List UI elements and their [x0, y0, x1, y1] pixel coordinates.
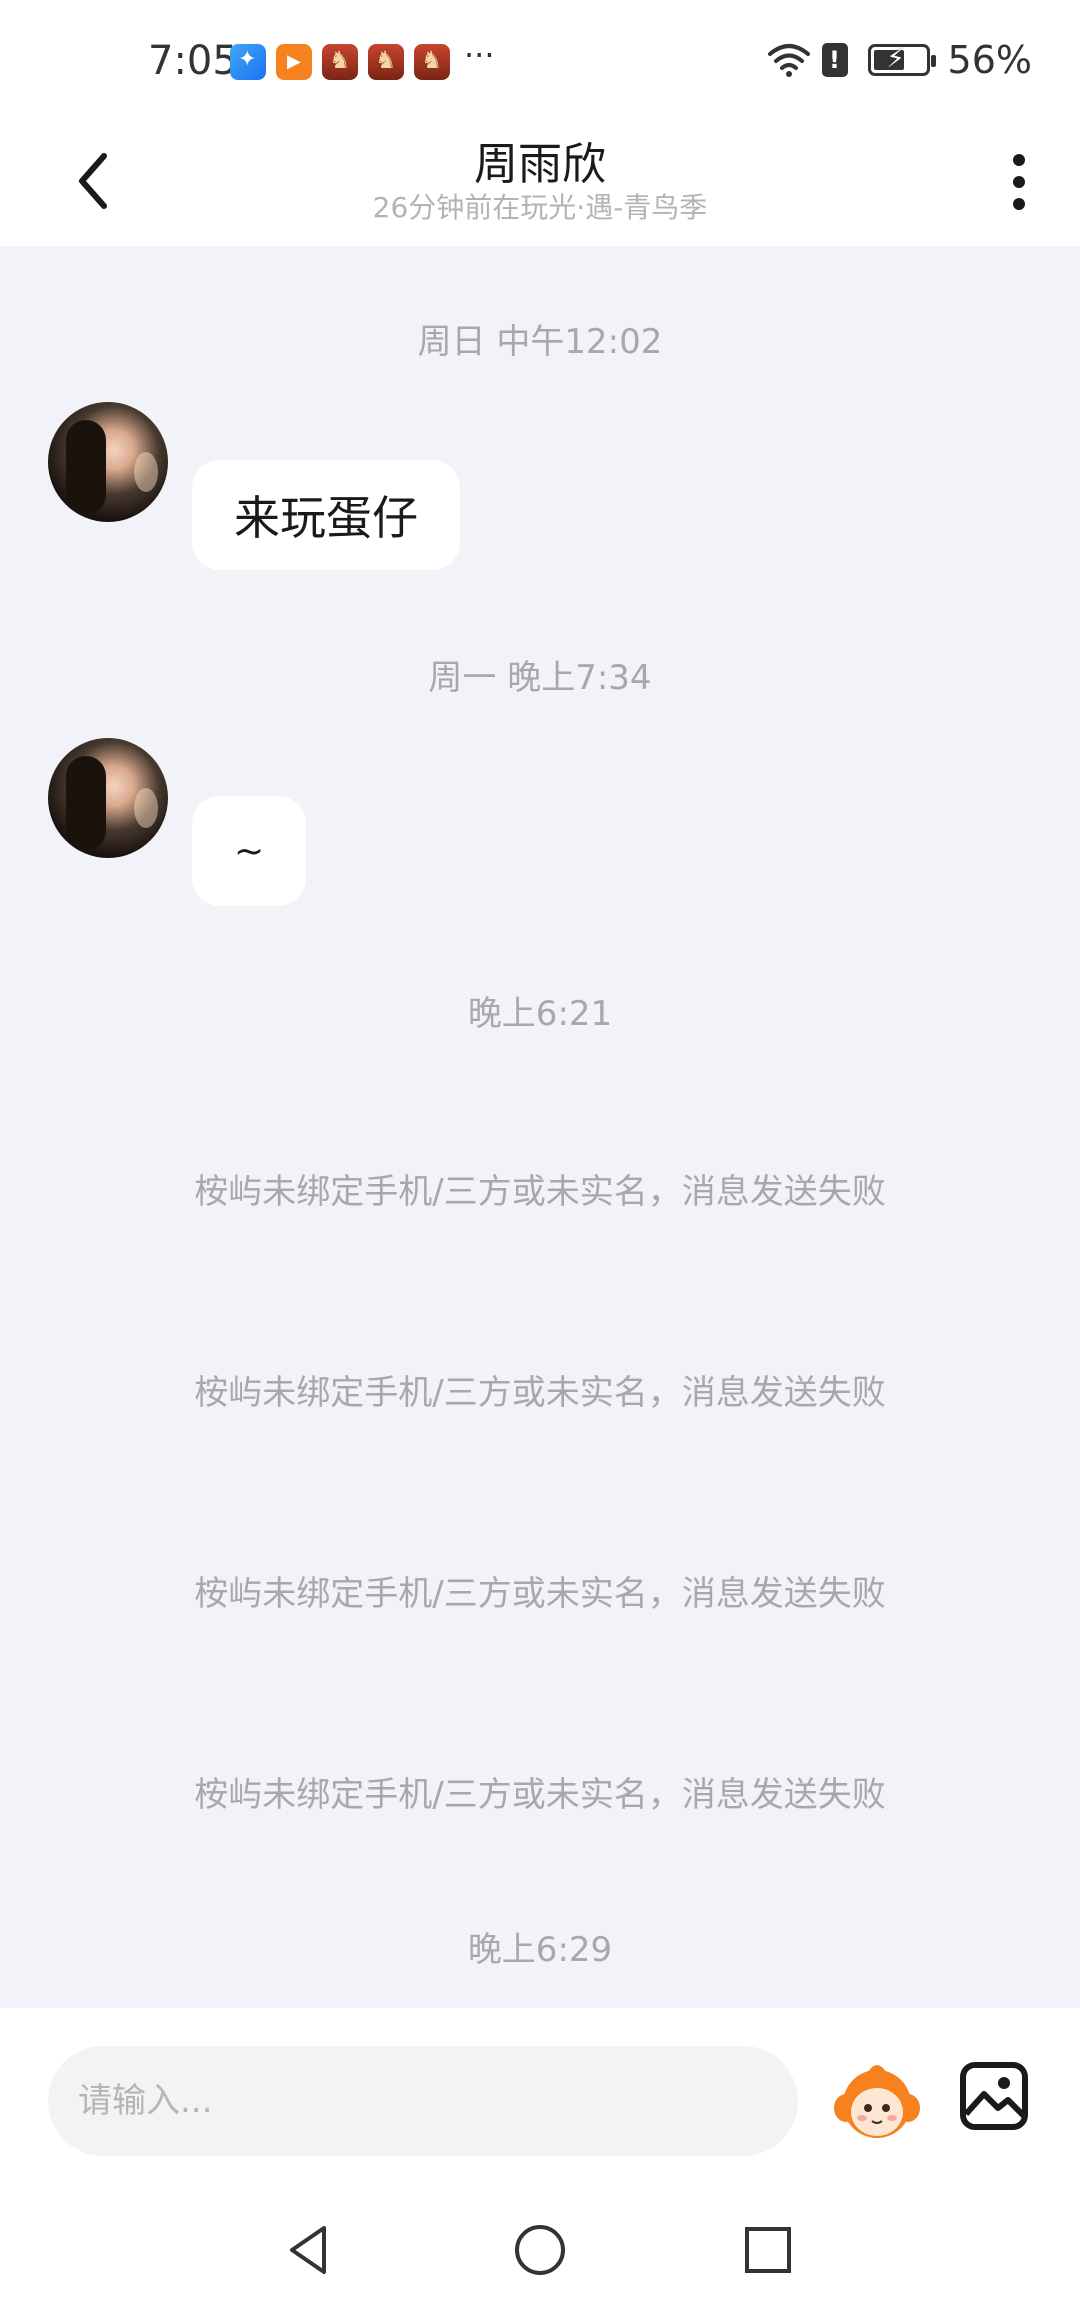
emoji-button[interactable] [832, 2058, 922, 2144]
send-failed-notice: 桉屿未绑定手机/三方或未实名，消息发送失败 [194, 1373, 886, 1413]
game-notification-icon [368, 44, 404, 80]
charging-icon: ⚡ [886, 44, 905, 74]
more-options-button[interactable] [994, 142, 1044, 222]
nav-home-button[interactable] [510, 2220, 570, 2280]
video-app-notification-icon [276, 44, 312, 80]
message-text: 来玩蛋仔 [234, 491, 418, 545]
send-image-button[interactable] [958, 2060, 1030, 2132]
battery-percent: 56% [947, 38, 1032, 82]
message-timestamp: 周一 晚上7:34 [428, 658, 652, 698]
chat-message-list[interactable]: 周日 中午12:02 来玩蛋仔 周一 晚上7:34 ~ 晚上6:21 桉屿未绑定… [0, 246, 1080, 2008]
nav-back-button[interactable] [278, 2220, 338, 2280]
triangle-back-icon [290, 2226, 326, 2274]
more-vertical-icon [1013, 154, 1025, 166]
game-notification-icon [322, 44, 358, 80]
notification-icons: ··· [230, 36, 495, 80]
image-icon [960, 2062, 1028, 2130]
status-time: 7:05 [148, 38, 238, 84]
square-recent-icon [745, 2227, 791, 2273]
circle-home-icon [515, 2225, 565, 2275]
contact-activity-status: 26分钟前在玩光·遇-青鸟季 [372, 191, 708, 224]
game-notification-icon [414, 44, 450, 80]
message-timestamp: 晚上6:29 [467, 1930, 613, 1970]
system-navigation-bar [0, 2198, 1080, 2310]
send-failed-notice: 桉屿未绑定手机/三方或未实名，消息发送失败 [194, 1574, 886, 1614]
status-bar: 7:05 ··· ! ⚡ 56% [0, 0, 1080, 110]
wifi-icon [767, 44, 810, 77]
contact-avatar[interactable] [48, 402, 168, 522]
message-bubble[interactable]: ~ [192, 796, 307, 906]
send-failed-notice: 桉屿未绑定手机/三方或未实名，消息发送失败 [194, 1172, 886, 1212]
app-notification-icon [230, 44, 266, 80]
message-bubble[interactable]: 来玩蛋仔 [192, 460, 460, 570]
battery-icon: ⚡ [867, 44, 936, 76]
message-text: ~ [234, 830, 265, 872]
alert-icon: ! [821, 43, 848, 77]
message-timestamp: 晚上6:21 [467, 994, 613, 1034]
more-vertical-icon [1013, 198, 1025, 210]
more-vertical-icon [1013, 176, 1025, 188]
contact-avatar[interactable] [48, 738, 168, 858]
contact-name: 周雨欣 [474, 139, 606, 190]
nav-recent-apps-button[interactable] [738, 2220, 798, 2280]
mascot-emoji-icon [834, 2065, 920, 2138]
chat-header: 周雨欣 26分钟前在玩光·遇-青鸟季 [0, 110, 1080, 246]
status-indicators: ! ⚡ 56% [767, 38, 1032, 82]
message-input[interactable] [48, 2046, 798, 2156]
message-input-bar [0, 2008, 1080, 2198]
send-failed-notice: 桉屿未绑定手机/三方或未实名，消息发送失败 [194, 1775, 886, 1815]
more-notifications-icon: ··· [464, 36, 495, 74]
message-timestamp: 周日 中午12:02 [417, 322, 663, 362]
